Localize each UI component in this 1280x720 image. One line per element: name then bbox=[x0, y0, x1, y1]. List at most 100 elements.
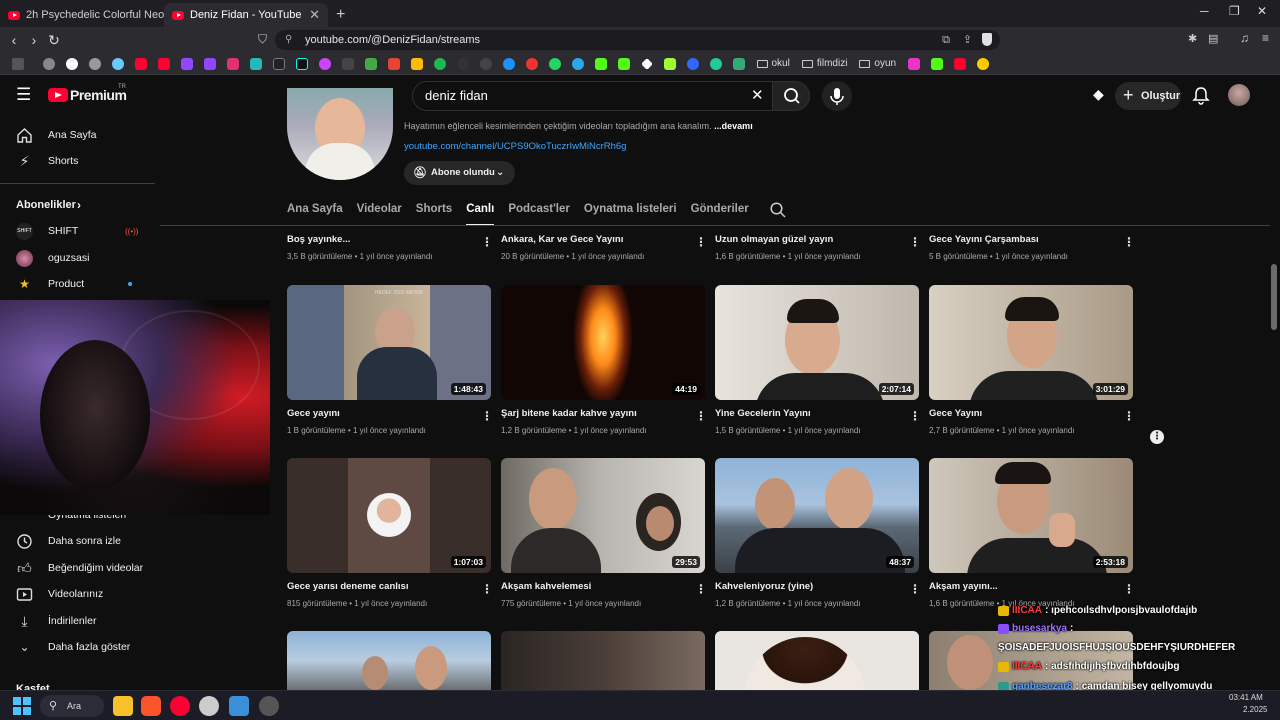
bookmark-kick-icon[interactable] bbox=[618, 57, 630, 70]
tab-videos[interactable]: Videolar bbox=[357, 200, 402, 226]
page-scrollbar[interactable] bbox=[1271, 264, 1277, 330]
restore-icon[interactable]: ❐ bbox=[1229, 4, 1240, 18]
more-options-icon[interactable]: ⋮ bbox=[695, 236, 707, 248]
video-thumbnail[interactable]: 48:37 bbox=[715, 458, 919, 573]
back-icon[interactable]: ‹ bbox=[4, 32, 24, 48]
sidebar-item-your-videos[interactable]: Videolarınız bbox=[0, 581, 155, 607]
video-thumbnail[interactable]: HEDEF 2500 ABONE 1:48:43 bbox=[287, 285, 491, 400]
extensions-icon[interactable]: ✱ bbox=[1188, 32, 1197, 45]
app-icon[interactable] bbox=[199, 696, 219, 716]
sidebar-sub-oguzsasi[interactable]: oguzsasi bbox=[0, 245, 155, 271]
close-tab-icon[interactable]: ✕ bbox=[309, 7, 320, 23]
video-thumbnail[interactable] bbox=[501, 631, 705, 690]
clear-search-icon[interactable]: ✕ bbox=[751, 82, 764, 110]
photos-icon[interactable] bbox=[229, 696, 249, 716]
video-title[interactable]: Yine Gecelerin Yayını bbox=[715, 408, 811, 419]
bookmark-youtube-icon[interactable] bbox=[953, 57, 966, 70]
video-thumbnail[interactable] bbox=[715, 631, 919, 690]
bookmark-icon[interactable]: ⛉ bbox=[258, 32, 267, 47]
channel-avatar-large[interactable] bbox=[287, 88, 393, 180]
video-thumbnail[interactable]: 3:01:29 bbox=[929, 285, 1133, 400]
bookmark-gemini-icon[interactable] bbox=[112, 57, 124, 70]
video-title[interactable]: Gece Yayını bbox=[929, 408, 982, 419]
more-options-icon[interactable]: ⋮ bbox=[1123, 236, 1135, 248]
bookmark-gmail-icon[interactable] bbox=[388, 57, 400, 70]
bookmark-app-icon[interactable] bbox=[733, 57, 745, 70]
tab-podcasts[interactable]: Podcast'ler bbox=[508, 200, 570, 226]
bookmark-app-icon[interactable] bbox=[526, 57, 538, 70]
bookmark-folder-filmdizi[interactable]: filmdizi bbox=[801, 58, 847, 69]
bookmark-app-icon[interactable] bbox=[641, 57, 653, 70]
more-options-icon[interactable]: ⋮ bbox=[1123, 583, 1135, 595]
bookmark-app-icon[interactable] bbox=[710, 57, 722, 70]
bookmark-github-icon[interactable] bbox=[480, 57, 492, 70]
bookmark-app-icon[interactable] bbox=[687, 57, 699, 70]
sidebar-toggle-icon[interactable]: ▤ bbox=[1208, 32, 1218, 45]
more-options-icon[interactable]: ⋮ bbox=[909, 236, 921, 248]
bookmark-app-icon[interactable] bbox=[664, 57, 676, 70]
share-icon[interactable]: ⇪ bbox=[963, 30, 972, 50]
reload-icon[interactable]: ↻ bbox=[44, 32, 64, 49]
bookmark-app-icon[interactable] bbox=[365, 57, 377, 70]
bookmark-telegram-icon[interactable] bbox=[572, 57, 584, 70]
bookmark-history-icon[interactable] bbox=[43, 57, 55, 70]
open-external-icon[interactable]: ⧉ bbox=[942, 30, 950, 50]
youtube-app-icon[interactable] bbox=[170, 696, 190, 716]
channel-link[interactable]: youtube.com/channel/UCPS9OkoTuczrIwMiNcr… bbox=[404, 141, 626, 152]
more-options-icon[interactable]: ⋮ bbox=[695, 583, 707, 595]
sidebar-sub-shift[interactable]: SHIFT SHIFT ((•)) bbox=[0, 218, 155, 244]
bookmark-tiktok-icon[interactable] bbox=[296, 57, 308, 70]
hamburger-menu-icon[interactable]: ☰ bbox=[16, 85, 31, 105]
video-title[interactable]: Gece yayını bbox=[287, 408, 340, 419]
bookmark-twitch-icon[interactable] bbox=[181, 57, 193, 70]
bookmark-star-icon[interactable] bbox=[976, 57, 989, 70]
brave-browser-icon[interactable] bbox=[141, 696, 161, 716]
tab-live[interactable]: Canlı bbox=[466, 200, 495, 226]
windows-start-icon[interactable] bbox=[13, 697, 31, 715]
video-thumbnail[interactable]: 2:53:18 bbox=[929, 458, 1133, 573]
clock-date[interactable]: 2.2025 bbox=[1243, 705, 1267, 714]
media-icon[interactable]: ♫ bbox=[1240, 31, 1249, 45]
bookmark-app-icon[interactable] bbox=[250, 57, 262, 70]
bookmark-youtube-icon[interactable] bbox=[158, 57, 170, 70]
video-thumbnail[interactable]: 44:19 bbox=[501, 285, 705, 400]
video-title[interactable]: Şarj bitene kadar kahve yayını bbox=[501, 408, 637, 419]
more-options-icon[interactable]: ⋮ bbox=[909, 583, 921, 595]
obs-icon[interactable] bbox=[259, 696, 279, 716]
tab-home[interactable]: Ana Sayfa bbox=[287, 200, 343, 226]
bookmark-app-icon[interactable] bbox=[342, 57, 354, 70]
video-title[interactable]: Gece yarısı deneme canlısı bbox=[287, 581, 408, 592]
search-input[interactable]: deniz fidan ✕ bbox=[412, 81, 773, 111]
sidebar-item-downloads[interactable]: ⤓ İndirilenler bbox=[0, 608, 155, 634]
notifications-bell-icon[interactable] bbox=[1192, 86, 1210, 106]
bookmark-app-icon[interactable] bbox=[503, 57, 515, 70]
file-explorer-icon[interactable] bbox=[113, 696, 133, 716]
channel-search-icon[interactable] bbox=[769, 201, 787, 219]
menu-icon[interactable]: ≡ bbox=[1262, 31, 1269, 45]
video-thumbnail[interactable]: 2:07:14 bbox=[715, 285, 919, 400]
more-options-icon[interactable]: ⋮ bbox=[1150, 430, 1164, 444]
cast-icon[interactable]: ◆ bbox=[1093, 86, 1104, 103]
sidebar-item-liked[interactable]: 👍︎ Beğendiğim videolar bbox=[0, 555, 155, 581]
bookmark-kick-icon[interactable] bbox=[595, 57, 607, 70]
bookmark-twitch-icon[interactable] bbox=[204, 57, 216, 70]
taskbar-search[interactable]: ⚲ Ara bbox=[40, 695, 104, 717]
site-info-icon[interactable]: ⚲ bbox=[285, 30, 292, 50]
forward-icon[interactable]: › bbox=[24, 32, 44, 48]
video-title[interactable]: Uzun olmayan güzel yayın bbox=[715, 234, 833, 245]
bookmark-instagram-icon[interactable] bbox=[227, 57, 239, 70]
close-window-icon[interactable]: ✕ bbox=[1257, 4, 1267, 18]
bookmark-app-icon[interactable] bbox=[907, 57, 920, 70]
sidebar-item-shorts[interactable]: ⚡ Shorts bbox=[0, 148, 155, 174]
bookmark-kick-icon[interactable] bbox=[930, 57, 943, 70]
subscriptions-header[interactable]: Abonelikler › bbox=[0, 192, 155, 218]
more-options-icon[interactable]: ⋮ bbox=[481, 236, 493, 248]
subscribed-button[interactable]: 🔕︎ Abone olundu ⌄ bbox=[404, 161, 515, 185]
description-more-link[interactable]: ...devamı bbox=[714, 121, 753, 131]
tab-posts[interactable]: Gönderiler bbox=[691, 200, 749, 226]
tab-shorts[interactable]: Shorts bbox=[416, 200, 452, 226]
apps-icon[interactable] bbox=[11, 57, 24, 70]
account-avatar[interactable] bbox=[1228, 84, 1250, 106]
more-options-icon[interactable]: ⋮ bbox=[909, 410, 921, 422]
more-options-icon[interactable]: ⋮ bbox=[1123, 410, 1135, 422]
